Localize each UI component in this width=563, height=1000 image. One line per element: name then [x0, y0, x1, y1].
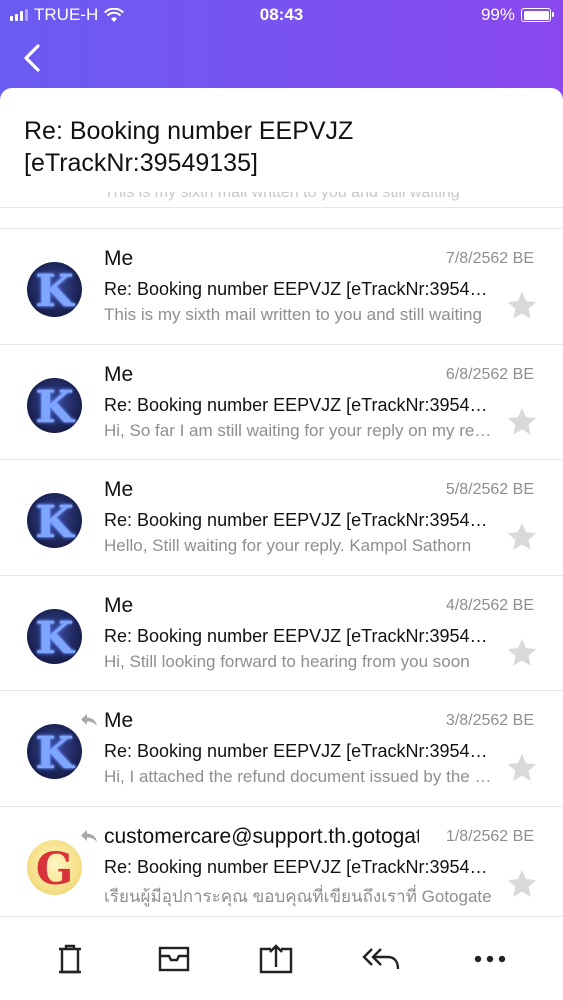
battery-icon [521, 8, 554, 22]
avatar: K [27, 608, 82, 664]
message-sender: Me [104, 362, 134, 386]
archive-icon[interactable] [154, 939, 194, 979]
thread-sheet: Re: Booking number EEPVJZ [eTrackNr:3954… [0, 88, 563, 1000]
message-sender: Me [104, 593, 134, 617]
message-subject: Re: Booking number EEPVJZ [eTrackNr:3954… [104, 625, 494, 646]
star-icon[interactable] [505, 289, 539, 323]
message-row[interactable]: K Me 5/8/2562 BE Re: Booking number EEPV… [0, 459, 563, 575]
message-preview: Hi, Still looking forward to hearing fro… [104, 651, 470, 671]
message-preview: Hello, Still waiting for your reply. Kam… [104, 536, 472, 555]
clock: 08:43 [259, 5, 304, 24]
message-list: K Me 7/8/2562 BE Re: Booking number EEPV… [0, 228, 563, 921]
more-icon[interactable] [470, 939, 510, 979]
message-preview: Hi, I attached the refund document issue… [104, 767, 494, 786]
message-date: 4/8/2562 BE [445, 596, 534, 614]
message-date: 6/8/2562 BE [445, 365, 534, 383]
message-preview: Hi, So far I am still waiting for your r… [104, 420, 494, 440]
bottom-toolbar [0, 916, 563, 1000]
avatar: K [27, 377, 82, 433]
peek-text: This is my sixth mail written to you and… [104, 192, 460, 201]
message-date: 1/8/2562 BE [445, 827, 534, 845]
message-subject: Re: Booking number EEPVJZ [eTrackNr:3954… [104, 394, 494, 415]
header-bar: TRUE-H 08:43 99% [0, 0, 563, 100]
star-icon[interactable] [505, 751, 539, 785]
star-icon[interactable] [505, 867, 539, 901]
message-row[interactable]: K Me 4/8/2562 BE Re: Booking number EEPV… [0, 574, 563, 691]
battery-percent: 99% [480, 5, 515, 24]
thread-subject: Re: Booking number EEPVJZ [eTrackNr:3954… [24, 117, 354, 177]
message-sender: customercare@support.th.gotogate.com [104, 824, 419, 848]
message-row[interactable]: K Me 6/8/2562 BE Re: Booking number EEPV… [0, 343, 563, 460]
message-row[interactable]: K Me 7/8/2562 BE Re: Booking number EEPV… [0, 228, 563, 344]
message-sender: Me [104, 247, 134, 270]
message-preview: This is my sixth mail written to you and… [104, 305, 482, 324]
star-icon[interactable] [505, 405, 539, 439]
message-date: 3/8/2562 BE [445, 712, 534, 729]
message-date: 7/8/2562 BE [445, 250, 534, 267]
message-subject: Re: Booking number EEPVJZ [eTrackNr:3954… [104, 279, 494, 299]
message-subject: Re: Booking number EEPVJZ [eTrackNr:3954… [104, 510, 494, 530]
message-subject: Re: Booking number EEPVJZ [eTrackNr:3954… [104, 741, 494, 761]
replied-icon [81, 829, 97, 842]
avatar: K [27, 724, 82, 779]
message-sender: Me [104, 478, 134, 501]
replied-icon [81, 714, 97, 726]
previous-message-peek[interactable]: This is my sixth mail written to you and… [0, 192, 563, 208]
reply-all-icon[interactable] [362, 939, 402, 979]
avatar: K [27, 262, 82, 317]
avatar: K [27, 493, 82, 548]
trash-icon[interactable] [50, 939, 90, 979]
message-row[interactable]: K Me 3/8/2562 BE Re: Booking number EEPV… [0, 690, 563, 806]
message-sender: Me [104, 709, 134, 732]
status-bar: TRUE-H 08:43 99% [0, 0, 563, 30]
message-subject: Re: Booking number EEPVJZ [eTrackNr:3954… [104, 856, 494, 877]
star-icon[interactable] [505, 636, 539, 670]
chevron-left-icon[interactable] [18, 38, 48, 78]
star-icon[interactable] [505, 520, 539, 554]
avatar: G [27, 839, 82, 895]
message-preview: เรียนผู้มีอุปการะคุณ ขอบคุณที่เขียนถึงเร… [104, 886, 492, 906]
message-row[interactable]: G customercare@support.th.gotogate.com 1… [0, 805, 563, 922]
move-icon[interactable] [256, 939, 296, 979]
message-date: 5/8/2562 BE [445, 481, 534, 498]
